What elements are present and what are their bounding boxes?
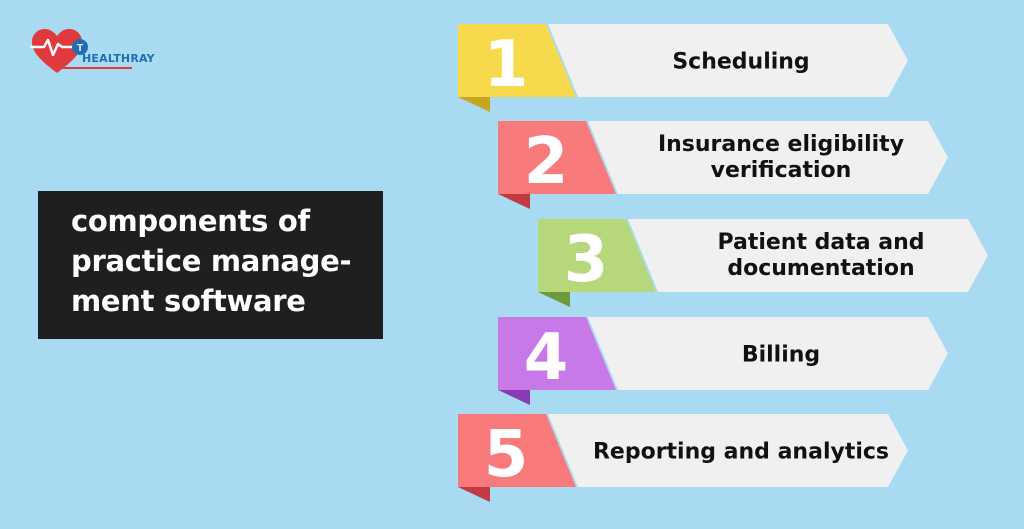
title-line-3: ment software — [71, 284, 306, 318]
step-label: verification — [711, 158, 852, 183]
step-label: Billing — [742, 343, 820, 368]
title-box: components of practice manage- ment soft… — [38, 191, 383, 339]
brand-name: HEALTHRAY — [82, 52, 155, 65]
step-label: Reporting and analytics — [593, 440, 889, 465]
step-number: 2 — [524, 125, 569, 199]
step-number: 4 — [524, 321, 569, 395]
step-number: 3 — [564, 223, 609, 297]
step-label: documentation — [727, 256, 914, 281]
step-number: 1 — [484, 28, 529, 102]
title-line-2: practice manage- — [71, 244, 352, 278]
step-label: Patient data and — [717, 230, 924, 255]
step-label: Scheduling — [672, 50, 809, 75]
step-number: 5 — [484, 418, 529, 492]
step-label: Insurance eligibility — [658, 132, 904, 157]
title-line-1: components of — [71, 204, 310, 238]
